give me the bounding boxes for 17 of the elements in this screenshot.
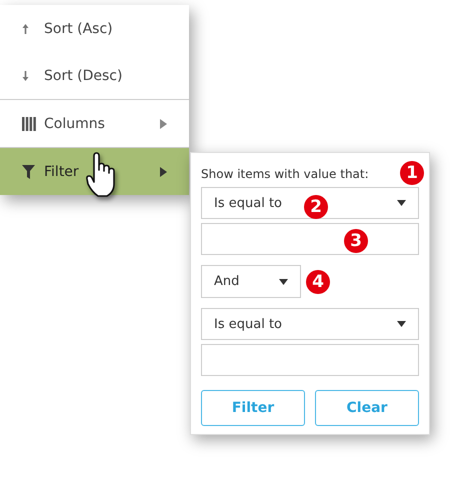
- filter-icon: [22, 164, 35, 178]
- menu-item[interactable]: Sort (Asc): [0, 5, 189, 52]
- dropdown-caret-icon: [279, 278, 288, 284]
- arrow-up-icon: [22, 24, 29, 34]
- submenu-arrow-icon: [160, 118, 167, 128]
- value-input[interactable]: [201, 344, 419, 376]
- dropdown-caret-icon: [397, 200, 406, 206]
- menu-item[interactable]: Sort (Desc): [0, 52, 189, 99]
- submenu-arrow-icon: [160, 166, 167, 176]
- dropdown-caret-icon: [397, 321, 406, 327]
- logic-dropdown[interactable]: And: [201, 265, 301, 298]
- operator-dropdown[interactable]: Is equal to: [201, 308, 419, 340]
- arrow-down-icon: [22, 70, 29, 80]
- columns-icon: [22, 116, 36, 130]
- menu-item[interactable]: Columns: [0, 100, 189, 147]
- value-input[interactable]: [201, 223, 419, 255]
- filter-prompt: Show items with value that:: [201, 167, 369, 181]
